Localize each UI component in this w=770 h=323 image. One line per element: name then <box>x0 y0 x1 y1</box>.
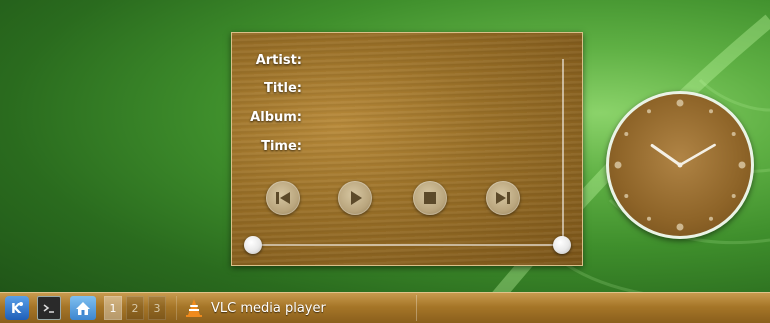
terminal-icon <box>43 304 54 313</box>
album-label: Album: <box>250 110 302 125</box>
clock-tick <box>731 132 736 136</box>
position-slider-track[interactable] <box>256 244 562 246</box>
time-label: Time: <box>261 139 302 154</box>
next-button[interactable] <box>486 181 520 215</box>
hour-hand <box>650 143 682 167</box>
clock-tick <box>647 216 651 221</box>
title-label: Title: <box>263 81 302 96</box>
clock-tick <box>676 223 684 231</box>
position-slider-handle[interactable] <box>244 236 262 254</box>
previous-icon <box>276 192 290 204</box>
kde-menu-button[interactable]: K <box>5 296 29 320</box>
clock-tick <box>647 109 651 114</box>
desktop-pager-1[interactable]: 1 <box>104 296 122 320</box>
clock-tick <box>709 109 713 114</box>
volume-slider-track[interactable] <box>562 59 564 245</box>
taskbar-item-vlc[interactable]: VLC media player <box>176 296 416 320</box>
media-player-widget: Artist: Title: Album: Time: <box>231 32 583 266</box>
home-folder-icon <box>76 302 90 315</box>
kde-logo-icon: K <box>11 302 23 317</box>
vlc-cone-icon <box>186 299 202 317</box>
minute-hand <box>678 143 716 167</box>
analog-clock <box>606 91 754 239</box>
clock-face <box>614 99 746 231</box>
desktop-pager-3[interactable]: 3 <box>148 296 166 320</box>
clock-tick <box>614 161 622 169</box>
stop-button[interactable] <box>413 181 447 215</box>
taskbar-item-label: VLC media player <box>211 300 326 316</box>
play-button[interactable] <box>338 181 372 215</box>
file-manager-launcher[interactable] <box>70 296 96 320</box>
clock-tick <box>709 216 713 221</box>
taskbar: K 1 2 3 VLC media player <box>0 292 770 323</box>
clock-tick <box>731 194 736 198</box>
desktop-pager-2[interactable]: 2 <box>126 296 144 320</box>
clock-tick <box>624 132 629 136</box>
artist-label: Artist: <box>255 53 302 68</box>
clock-tick <box>624 194 629 198</box>
volume-slider-handle[interactable] <box>553 236 571 254</box>
taskbar-divider <box>416 295 417 321</box>
clock-tick <box>676 99 684 107</box>
terminal-launcher[interactable] <box>37 296 61 320</box>
clock-tick <box>738 161 746 169</box>
play-icon <box>351 191 362 205</box>
previous-button[interactable] <box>266 181 300 215</box>
stop-icon <box>424 192 436 204</box>
next-icon <box>496 192 510 204</box>
